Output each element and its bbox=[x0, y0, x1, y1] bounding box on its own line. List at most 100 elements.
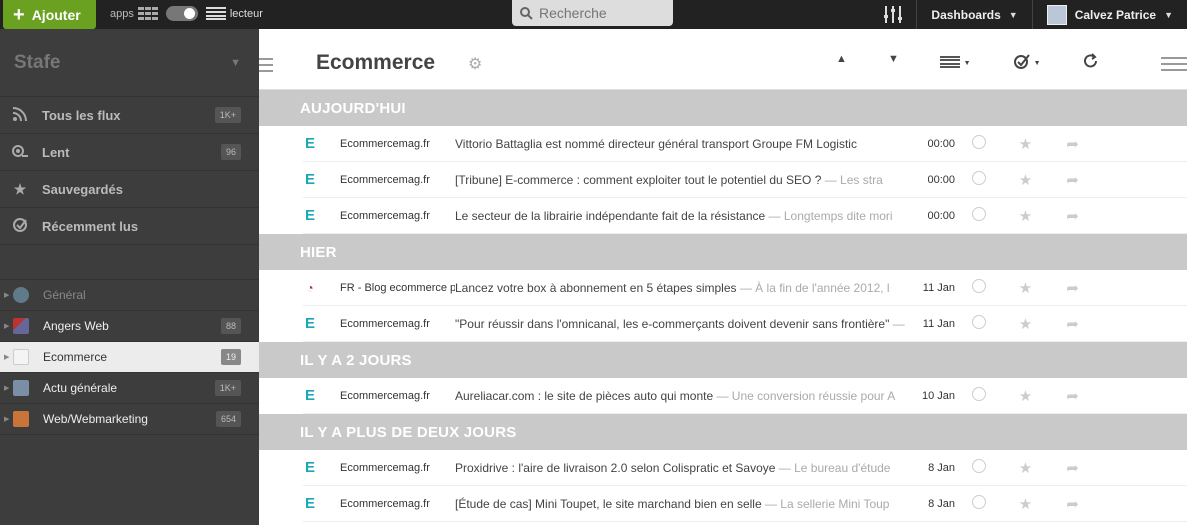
mark-read-circle-icon[interactable] bbox=[955, 386, 1002, 405]
article-text[interactable]: Lancez votre box à abonnement en 5 étape… bbox=[455, 281, 907, 295]
previous-arrow-icon[interactable]: ▲ bbox=[836, 53, 847, 65]
add-button-label: Ajouter bbox=[31, 6, 81, 23]
sidebar-item-saved[interactable]: ★ Sauvegardés bbox=[0, 171, 259, 208]
next-arrow-icon[interactable]: ▼ bbox=[888, 53, 899, 65]
star-icon[interactable]: ★ bbox=[1002, 459, 1049, 477]
article-row[interactable]: ◔ FR - Blog ecommerce p Lancez votre box à… bbox=[303, 270, 1187, 306]
article-source[interactable]: Ecommercemag.fr bbox=[340, 318, 455, 330]
mark-read-circle-icon[interactable] bbox=[955, 206, 1002, 225]
sidebar-item-recently-read[interactable]: Récemment lus bbox=[0, 208, 259, 245]
mark-read-circle-icon[interactable] bbox=[955, 170, 1002, 189]
sidebar-feed-actu-generale[interactable]: ▶ Actu générale 1K+ bbox=[0, 373, 259, 404]
sidebar-feed-ecommerce[interactable]: ▶ Ecommerce 19 bbox=[0, 342, 259, 373]
sidebar-item-slow[interactable]: Lent 96 bbox=[0, 134, 259, 171]
sidebar-feed-angers-web[interactable]: ▶ Angers Web 88 bbox=[0, 311, 259, 342]
article-summary: — Longtemps dite mori bbox=[765, 208, 893, 223]
hamburger-icon[interactable] bbox=[1161, 57, 1187, 75]
article-summary: — bbox=[889, 316, 905, 331]
expand-arrow-icon[interactable]: ▶ bbox=[4, 415, 13, 423]
article-text[interactable]: Le secteur de la librairie indépendante … bbox=[455, 209, 907, 223]
star-icon[interactable]: ★ bbox=[1002, 315, 1049, 333]
book-icon bbox=[13, 380, 29, 396]
sidebar-feed-webmarketing[interactable]: ▶ Web/Webmarketing 654 bbox=[0, 404, 259, 435]
mark-read-menu-button[interactable]: ▼ bbox=[1014, 53, 1041, 70]
share-arrow-icon[interactable]: ➦ bbox=[1049, 171, 1096, 189]
article-text[interactable]: Vittorio Battaglia est nommé directeur g… bbox=[455, 137, 907, 151]
article-text[interactable]: "Pour réussir dans l'omnicanal, les e-co… bbox=[455, 317, 907, 331]
list-icon[interactable] bbox=[205, 7, 226, 20]
article-title: [Tribune] E-commerce : comment exploiter… bbox=[455, 172, 822, 187]
sidebar-feed-general[interactable]: ▶ Général bbox=[0, 280, 259, 311]
settings-sliders-button[interactable] bbox=[870, 0, 916, 29]
sidebar-toggle-icon[interactable] bbox=[259, 58, 275, 76]
share-arrow-icon[interactable]: ➦ bbox=[1049, 207, 1096, 225]
chevron-down-icon[interactable]: ▼ bbox=[230, 57, 241, 69]
layout-menu-button[interactable]: ▼ bbox=[940, 53, 971, 68]
dashboard-title[interactable]: Stafe bbox=[14, 52, 60, 74]
dashboards-menu[interactable]: Dashboards ▼ bbox=[917, 0, 1031, 29]
article-row[interactable]: E Ecommercemag.fr [Tribune] E-commerce : c… bbox=[303, 162, 1187, 198]
add-button[interactable]: + Ajouter bbox=[3, 0, 96, 29]
sidebar-header: Stafe ▼ bbox=[0, 29, 259, 97]
star-icon[interactable]: ★ bbox=[1002, 135, 1049, 153]
article-source[interactable]: Ecommercemag.fr bbox=[340, 138, 455, 150]
read-check-icon bbox=[12, 217, 28, 235]
article-source[interactable]: Ecommercemag.fr bbox=[340, 390, 455, 402]
share-arrow-icon[interactable]: ➦ bbox=[1049, 315, 1096, 333]
article-summary: — Les stra bbox=[821, 172, 883, 187]
star-icon[interactable]: ★ bbox=[1002, 387, 1049, 405]
article-source[interactable]: FR - Blog ecommerce p bbox=[340, 282, 455, 294]
article-summary: — La sellerie Mini Toup bbox=[761, 496, 890, 511]
avatar bbox=[1046, 4, 1067, 25]
mark-read-circle-icon[interactable] bbox=[955, 314, 1002, 333]
date-section-header: IL Y A PLUS DE DEUX JOURS bbox=[259, 414, 1187, 450]
count-badge: 654 bbox=[215, 411, 241, 427]
article-text[interactable]: [Tribune] E-commerce : comment exploiter… bbox=[455, 173, 907, 187]
count-badge: 1K+ bbox=[214, 107, 241, 123]
article-source[interactable]: Ecommercemag.fr bbox=[340, 210, 455, 222]
article-row[interactable]: E Ecommercemag.fr Le secteur de la librair… bbox=[303, 198, 1187, 234]
article-title: Proxidrive : l'aire de livraison 2.0 sel… bbox=[455, 460, 776, 475]
view-toggle[interactable] bbox=[165, 6, 198, 21]
article-text[interactable]: [Étude de cas] Mini Toupet, le site marc… bbox=[455, 497, 907, 511]
article-row[interactable]: E Ecommercemag.fr Proxidrive : l'aire de l… bbox=[303, 450, 1187, 486]
search-icon bbox=[520, 6, 533, 20]
share-arrow-icon[interactable]: ➦ bbox=[1049, 279, 1096, 297]
ecommercemag-icon: E bbox=[304, 495, 315, 512]
star-icon[interactable]: ★ bbox=[1002, 279, 1049, 297]
rss-icon bbox=[13, 411, 29, 427]
refresh-button[interactable] bbox=[1083, 53, 1099, 72]
article-time: 00:00 bbox=[927, 137, 955, 150]
article-source[interactable]: Ecommercemag.fr bbox=[340, 174, 455, 186]
sidebar-item-all-feeds[interactable]: Tous les flux 1K+ bbox=[0, 97, 259, 134]
star-icon[interactable]: ★ bbox=[1002, 495, 1049, 513]
search-input[interactable] bbox=[539, 5, 659, 21]
expand-arrow-icon[interactable]: ▶ bbox=[4, 384, 13, 392]
star-icon[interactable]: ★ bbox=[1002, 207, 1049, 225]
article-row[interactable]: E Ecommercemag.fr Vittorio Battaglia est n… bbox=[303, 126, 1187, 162]
mark-read-circle-icon[interactable] bbox=[955, 278, 1002, 297]
gear-icon[interactable]: ⚙ bbox=[468, 54, 482, 74]
mark-read-circle-icon[interactable] bbox=[955, 134, 1002, 153]
article-row[interactable]: E Ecommercemag.fr "Pour réussir dans l'omn… bbox=[303, 306, 1187, 342]
share-arrow-icon[interactable]: ➦ bbox=[1049, 495, 1096, 513]
grid-icon[interactable] bbox=[137, 7, 158, 20]
share-arrow-icon[interactable]: ➦ bbox=[1049, 135, 1096, 153]
article-text[interactable]: Aureliacar.com : le site de pièces auto … bbox=[455, 389, 907, 403]
expand-arrow-icon[interactable]: ▶ bbox=[4, 353, 13, 361]
mark-read-circle-icon[interactable] bbox=[955, 494, 1002, 513]
share-arrow-icon[interactable]: ➦ bbox=[1049, 459, 1096, 477]
plus-icon: + bbox=[13, 3, 25, 26]
article-row[interactable]: E Ecommercemag.fr Aureliacar.com : le site… bbox=[303, 378, 1187, 414]
article-text[interactable]: Proxidrive : l'aire de livraison 2.0 sel… bbox=[455, 461, 907, 475]
sidebar-item-label: Sauvegardés bbox=[42, 181, 123, 197]
star-icon[interactable]: ★ bbox=[1002, 171, 1049, 189]
article-source[interactable]: Ecommercemag.fr bbox=[340, 498, 455, 510]
article-source[interactable]: Ecommercemag.fr bbox=[340, 462, 455, 474]
user-menu[interactable]: Calvez Patrice ▼ bbox=[1033, 0, 1187, 29]
expand-arrow-icon[interactable]: ▶ bbox=[4, 322, 13, 330]
expand-arrow-icon[interactable]: ▶ bbox=[4, 291, 13, 299]
article-row[interactable]: E Ecommercemag.fr [Étude de cas] Mini Toup… bbox=[303, 486, 1187, 522]
share-arrow-icon[interactable]: ➦ bbox=[1049, 387, 1096, 405]
mark-read-circle-icon[interactable] bbox=[955, 458, 1002, 477]
